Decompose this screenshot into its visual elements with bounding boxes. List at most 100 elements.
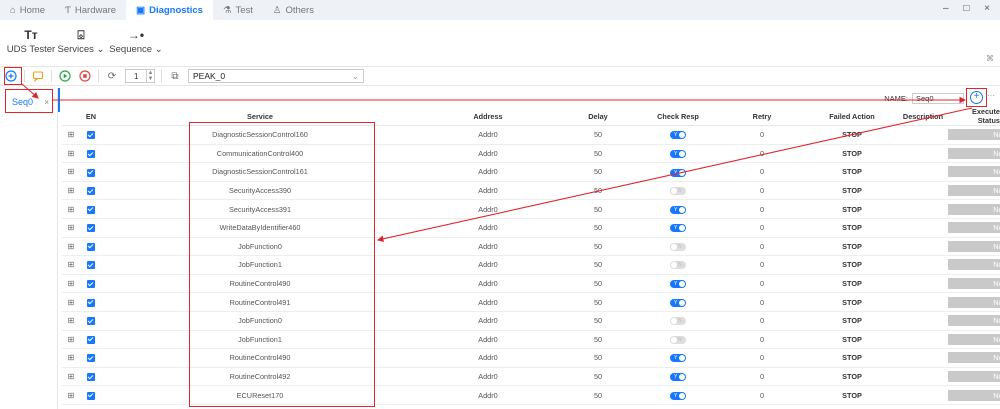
enable-checkbox[interactable] bbox=[87, 131, 95, 140]
service-cell[interactable]: CommunicationControl400 bbox=[102, 144, 418, 164]
tab-home[interactable]: ⌂ Home bbox=[0, 0, 55, 20]
sequence-tab[interactable]: Seq0 × bbox=[6, 92, 53, 112]
enable-checkbox[interactable] bbox=[87, 354, 95, 363]
failed-action-cell[interactable]: STOP bbox=[806, 255, 898, 275]
table-row[interactable]: ⊞ RoutineControl491Addr050 Y 0STOP Not Start bbox=[62, 292, 1000, 312]
address-cell[interactable]: Addr0 bbox=[418, 274, 558, 294]
address-cell[interactable]: Addr0 bbox=[418, 311, 558, 331]
address-cell[interactable]: Addr0 bbox=[418, 125, 558, 145]
retry-cell[interactable]: 0 bbox=[718, 237, 806, 257]
delay-cell[interactable]: 50 bbox=[558, 385, 638, 405]
service-cell[interactable]: RoutineControl491 bbox=[102, 292, 418, 312]
failed-action-cell[interactable]: STOP bbox=[806, 367, 898, 387]
drag-handle-icon[interactable]: ⊞ bbox=[68, 186, 75, 195]
comment-button[interactable] bbox=[31, 69, 45, 83]
check-resp-toggle[interactable]: Y bbox=[670, 373, 686, 382]
failed-action-cell[interactable]: STOP bbox=[806, 199, 898, 219]
table-row[interactable]: ⊞ RoutineControl490Addr050 Y 0STOP Not Start bbox=[62, 274, 1000, 294]
address-cell[interactable]: Addr0 bbox=[418, 348, 558, 368]
retry-cell[interactable]: 0 bbox=[718, 255, 806, 275]
check-resp-toggle[interactable]: Y bbox=[670, 131, 686, 140]
service-cell[interactable]: RoutineControl490 bbox=[102, 274, 418, 294]
retry-cell[interactable]: 0 bbox=[718, 385, 806, 405]
address-cell[interactable]: Addr0 bbox=[418, 385, 558, 405]
check-resp-toggle[interactable]: Y bbox=[670, 354, 686, 363]
stop-button[interactable] bbox=[78, 69, 92, 83]
service-cell[interactable]: JobFunction1 bbox=[102, 255, 418, 275]
description-cell[interactable] bbox=[898, 162, 948, 182]
check-resp-toggle[interactable]: Y bbox=[670, 168, 686, 177]
uds-tester-button[interactable]: Tт UDS Tester bbox=[6, 28, 56, 55]
table-row[interactable]: ⊞ ECUReset170Addr050 Y 0STOP Not Start bbox=[62, 385, 1000, 405]
address-cell[interactable]: Addr0 bbox=[418, 199, 558, 219]
retry-cell[interactable]: 0 bbox=[718, 144, 806, 164]
failed-action-cell[interactable]: STOP bbox=[806, 237, 898, 257]
address-cell[interactable]: Addr0 bbox=[418, 144, 558, 164]
enable-checkbox[interactable] bbox=[87, 149, 95, 158]
drag-handle-icon[interactable]: ⊞ bbox=[68, 260, 75, 269]
table-row[interactable]: ⊞ DiagnosticSessionControl160 Addr0 50 Y 0 STO… bbox=[62, 125, 1000, 145]
drag-handle-icon[interactable]: ⊞ bbox=[68, 391, 75, 400]
enable-checkbox[interactable] bbox=[87, 335, 95, 344]
retry-cell[interactable]: 0 bbox=[718, 199, 806, 219]
check-resp-toggle[interactable]: N bbox=[670, 317, 686, 326]
loop-button[interactable]: ⟳ bbox=[105, 69, 119, 83]
description-cell[interactable] bbox=[898, 274, 948, 294]
enable-checkbox[interactable] bbox=[87, 317, 95, 326]
address-cell[interactable]: Addr0 bbox=[418, 162, 558, 182]
device-select[interactable]: PEAK_0 ⌄ bbox=[188, 69, 364, 83]
description-cell[interactable] bbox=[898, 367, 948, 387]
failed-action-cell[interactable]: STOP bbox=[806, 181, 898, 201]
drag-handle-icon[interactable]: ⊞ bbox=[68, 372, 75, 381]
tab-others[interactable]: ♙ Others bbox=[263, 0, 324, 20]
description-cell[interactable] bbox=[898, 330, 948, 350]
drag-handle-icon[interactable]: ⊞ bbox=[68, 149, 75, 158]
table-row[interactable]: ⊞ CommunicationControl400Addr050 Y 0STOP Not… bbox=[62, 144, 1000, 164]
description-cell[interactable] bbox=[898, 144, 948, 164]
failed-action-cell[interactable]: STOP bbox=[806, 348, 898, 368]
sequence-button[interactable]: →• Sequence ⌄ bbox=[106, 28, 166, 55]
enable-checkbox[interactable] bbox=[87, 168, 95, 177]
drag-handle-icon[interactable]: ⊞ bbox=[68, 223, 75, 232]
check-resp-toggle[interactable]: N bbox=[670, 261, 686, 270]
check-resp-toggle[interactable]: N bbox=[670, 242, 686, 251]
service-cell[interactable]: JobFunction0 bbox=[102, 237, 418, 257]
table-row[interactable]: ⊞ WriteDataByIdentifier460Addr050 Y 0STOP No… bbox=[62, 218, 1000, 238]
description-cell[interactable] bbox=[898, 311, 948, 331]
description-cell[interactable] bbox=[898, 199, 948, 219]
name-input[interactable]: Seq0 bbox=[912, 93, 964, 104]
check-resp-toggle[interactable]: Y bbox=[670, 224, 686, 233]
address-cell[interactable]: Addr0 bbox=[418, 255, 558, 275]
drag-handle-icon[interactable]: ⊞ bbox=[68, 205, 75, 214]
check-resp-toggle[interactable]: Y bbox=[670, 205, 686, 214]
table-row[interactable]: ⊞ JobFunction0Addr050 N 0STOP Not Start bbox=[62, 237, 1000, 257]
failed-action-cell[interactable]: STOP bbox=[806, 125, 898, 145]
failed-action-cell[interactable]: STOP bbox=[806, 162, 898, 182]
description-cell[interactable] bbox=[898, 237, 948, 257]
failed-action-cell[interactable]: STOP bbox=[806, 274, 898, 294]
window-controls[interactable]: – □ × bbox=[943, 3, 996, 14]
retry-cell[interactable]: 0 bbox=[718, 181, 806, 201]
table-row[interactable]: ⊞ JobFunction0Addr050 N 0STOP Not Start bbox=[62, 311, 1000, 331]
table-row[interactable]: ⊞ RoutineControl490Addr050 Y 0STOP Not Start bbox=[62, 348, 1000, 368]
drag-handle-icon[interactable]: ⊞ bbox=[68, 353, 75, 362]
cycle-count-stepper[interactable]: 1 ▲ ▼ bbox=[125, 69, 155, 83]
address-cell[interactable]: Addr0 bbox=[418, 367, 558, 387]
run-button[interactable] bbox=[58, 69, 72, 83]
description-cell[interactable] bbox=[898, 292, 948, 312]
failed-action-cell[interactable]: STOP bbox=[806, 144, 898, 164]
check-resp-toggle[interactable]: N bbox=[670, 187, 686, 196]
table-row[interactable]: ⊞ RoutineControl492Addr050 Y 0STOP Not Start bbox=[62, 367, 1000, 387]
delay-cell[interactable]: 50 bbox=[558, 237, 638, 257]
delay-cell[interactable]: 50 bbox=[558, 255, 638, 275]
delay-cell[interactable]: 50 bbox=[558, 348, 638, 368]
service-cell[interactable]: DiagnosticSessionControl161 bbox=[102, 162, 418, 182]
delay-cell[interactable]: 50 bbox=[558, 367, 638, 387]
enable-checkbox[interactable] bbox=[87, 391, 95, 400]
service-cell[interactable]: RoutineControl490 bbox=[102, 348, 418, 368]
delay-cell[interactable]: 50 bbox=[558, 218, 638, 238]
address-cell[interactable]: Addr0 bbox=[418, 181, 558, 201]
drag-handle-icon[interactable]: ⊞ bbox=[68, 316, 75, 325]
service-cell[interactable]: JobFunction1 bbox=[102, 330, 418, 350]
check-resp-toggle[interactable]: Y bbox=[670, 298, 686, 307]
